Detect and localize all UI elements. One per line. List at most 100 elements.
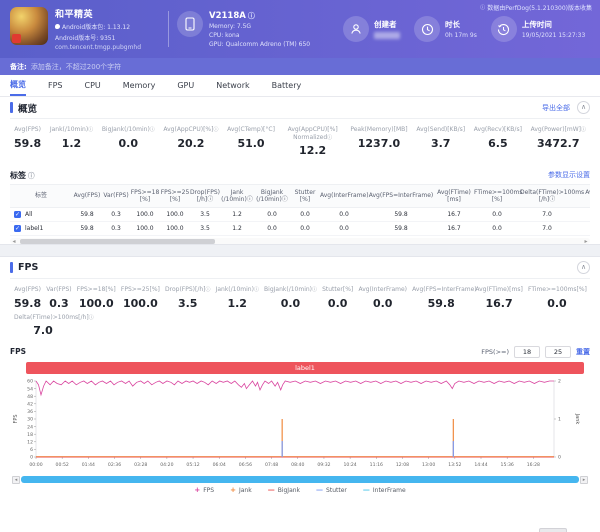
row-checkbox[interactable]: ✓ xyxy=(14,211,21,218)
cell: 2 xyxy=(574,211,590,219)
person-icon xyxy=(343,16,369,42)
stat-Avg(Power)[mW]: Avg(Power)[mW]ⓘ3472.7 xyxy=(531,126,586,157)
tab-GPU[interactable]: GPU xyxy=(177,75,194,96)
remark-placeholder: 添加备注，不超过200个字符 xyxy=(31,62,121,72)
info-icon[interactable]: ⓘ xyxy=(150,127,155,133)
table-row-label1[interactable]: ✓label159.80.3100.0100.03.51.20.00.00.05… xyxy=(10,222,590,236)
cell: 16.7 xyxy=(434,225,474,233)
info-icon[interactable]: ⓘ xyxy=(312,287,317,293)
info-icon[interactable]: ⓘ xyxy=(88,127,93,133)
legend-FPS[interactable]: +FPS xyxy=(194,486,214,494)
cell: 1.2 xyxy=(220,211,254,219)
remark-prefix: 备注: xyxy=(10,62,27,72)
legend-InterFrame[interactable]: —InterFrame xyxy=(363,486,406,494)
cell: 59.8 xyxy=(72,211,102,219)
export-all-link[interactable]: 导出全部 xyxy=(542,103,570,113)
tab-Network[interactable]: Network xyxy=(216,75,249,96)
cell: 0.0 xyxy=(474,211,520,219)
cell: 59.8 xyxy=(368,211,434,219)
info-icon[interactable]: ⓘ xyxy=(581,127,586,133)
app-name: 和平精英 xyxy=(55,7,141,20)
stat-Avg(InterFrame): Avg(InterFrame)0.0 xyxy=(358,286,407,310)
info-icon[interactable]: ⓘ xyxy=(206,287,211,293)
y-axis-label-left: FPS xyxy=(13,414,19,423)
cell: 59.8 xyxy=(72,225,102,233)
table-row-All[interactable]: ✓All59.80.3100.0100.03.51.20.00.00.059.8… xyxy=(10,208,590,222)
fps-chart-title: FPS xyxy=(10,347,26,356)
legend-label: Stutter xyxy=(326,487,347,494)
section-accent-bar xyxy=(10,102,13,113)
tab-CPU[interactable]: CPU xyxy=(85,75,101,96)
overview-collapse-button[interactable]: ∧ xyxy=(577,101,590,114)
svg-text:09:32: 09:32 xyxy=(317,462,330,468)
labels-table-inner: 标签Avg(FPS)Var(FPS)FPS>=18[%]FPS>=25[%]Dr… xyxy=(10,184,590,236)
app-version-code: Android版本号: 9351 xyxy=(55,33,141,42)
column-header: Delta(FTime)>100ms[/h]ⓘ xyxy=(520,189,574,204)
cell: 7.0 xyxy=(520,225,574,233)
svg-text:14:44: 14:44 xyxy=(474,462,487,468)
table-hscroll-thumb[interactable] xyxy=(20,239,215,244)
label1-band[interactable]: label1 xyxy=(26,362,584,374)
tab-Memory[interactable]: Memory xyxy=(123,75,156,96)
phone-icon xyxy=(177,11,203,37)
stat-Avg(Recv)[KB/s]: Avg(Recv)[KB/s]6.5 xyxy=(474,126,522,157)
stat-BigJank(/10min): BigJank(/10min)ⓘ0.0 xyxy=(264,286,317,310)
cell: 0.0 xyxy=(254,211,290,219)
svg-text:02:36: 02:36 xyxy=(108,462,121,468)
param-display-settings-link[interactable]: 参数显示设置 xyxy=(548,170,590,180)
fps-threshold-input-2[interactable] xyxy=(545,346,571,358)
labels-table: 标签Avg(FPS)Var(FPS)FPS>=18[%]FPS>=25[%]Dr… xyxy=(10,184,590,236)
fps-collapse-button[interactable]: ∧ xyxy=(577,261,590,274)
svg-text:2: 2 xyxy=(558,379,561,385)
remark-bar[interactable]: 备注: 添加备注，不超过200个字符 xyxy=(0,58,600,75)
cell: 100.0 xyxy=(160,225,190,233)
cell: 0.3 xyxy=(102,211,130,219)
svg-text:6: 6 xyxy=(30,447,33,453)
svg-text:10:24: 10:24 xyxy=(343,462,356,468)
column-header: Jank(/10min)ⓘ xyxy=(220,189,254,204)
tab-FPS[interactable]: FPS xyxy=(48,75,63,96)
legend-Jank[interactable]: +Jank xyxy=(230,486,252,494)
device-gpu: GPU: Qualcomm Adreno (TM) 650 xyxy=(209,41,310,48)
column-header: Avg(FPS=InterFrame) xyxy=(368,192,434,200)
reset-button[interactable]: 重置 xyxy=(576,347,590,357)
info-icon[interactable]: ⓘ xyxy=(28,170,35,180)
chart-hscrollbar[interactable]: ◂ ▸ xyxy=(12,475,588,484)
tab-Battery[interactable]: Battery xyxy=(272,75,302,96)
svg-text:12: 12 xyxy=(27,440,33,446)
legend-label: InterFrame xyxy=(373,487,406,494)
info-icon[interactable]: ⓘ xyxy=(248,11,255,21)
scroll-left-icon[interactable]: ◂ xyxy=(12,476,20,484)
scroll-right-icon[interactable]: ▸ xyxy=(580,476,588,484)
cell: 0.0 xyxy=(254,225,290,233)
labels-title: 标签ⓘ xyxy=(10,170,35,181)
info-icon[interactable]: ⓘ xyxy=(89,315,94,321)
svg-text:05:12: 05:12 xyxy=(186,462,199,468)
info-icon[interactable]: ⓘ xyxy=(327,135,332,141)
stat-Delta(FTime)>100ms[/h]: Delta(FTime)>100ms[/h]ⓘ7.0 xyxy=(14,314,72,338)
row-checkbox[interactable]: ✓ xyxy=(14,225,21,232)
info-icon[interactable]: ⓘ xyxy=(254,287,259,293)
svg-text:0: 0 xyxy=(30,455,33,461)
tab-概览[interactable]: 概览 xyxy=(10,75,26,96)
fps-threshold-label: FPS(>=) xyxy=(481,348,509,356)
device-info: V2118Aⓘ Memory: 7.5G CPU: kona GPU: Qual… xyxy=(177,11,329,48)
fps-threshold-input-1[interactable] xyxy=(514,346,540,358)
legend-Stutter[interactable]: —Stutter xyxy=(316,486,347,494)
table-hscrollbar[interactable]: ◂ ▸ xyxy=(10,238,590,244)
svg-text:00:52: 00:52 xyxy=(56,462,69,468)
chart-legend: +FPS +Jank —BigJank —Stutter —InterFrame xyxy=(10,486,590,494)
column-header: Avg(A[% xyxy=(574,189,590,204)
stat-Avg(FPS=InterFrame): Avg(FPS=InterFrame)59.8 xyxy=(412,286,470,310)
svg-text:54: 54 xyxy=(27,386,33,392)
legend-BigJank[interactable]: —BigJank xyxy=(268,486,300,494)
scroll-left-icon[interactable]: ◂ xyxy=(10,238,18,245)
scroll-right-icon[interactable]: ▸ xyxy=(582,238,590,245)
chart-hscroll-track[interactable] xyxy=(21,476,579,483)
stat-Avg(FTime)[ms]: Avg(FTime)[ms]16.7 xyxy=(475,286,522,310)
device-memory: Memory: 7.5G xyxy=(209,23,310,30)
svg-text:11:16: 11:16 xyxy=(370,462,383,468)
info-icon[interactable]: ⓘ xyxy=(213,127,218,133)
cell: 0.0 xyxy=(290,225,320,233)
creator-block: 创建者 xyxy=(343,16,400,42)
